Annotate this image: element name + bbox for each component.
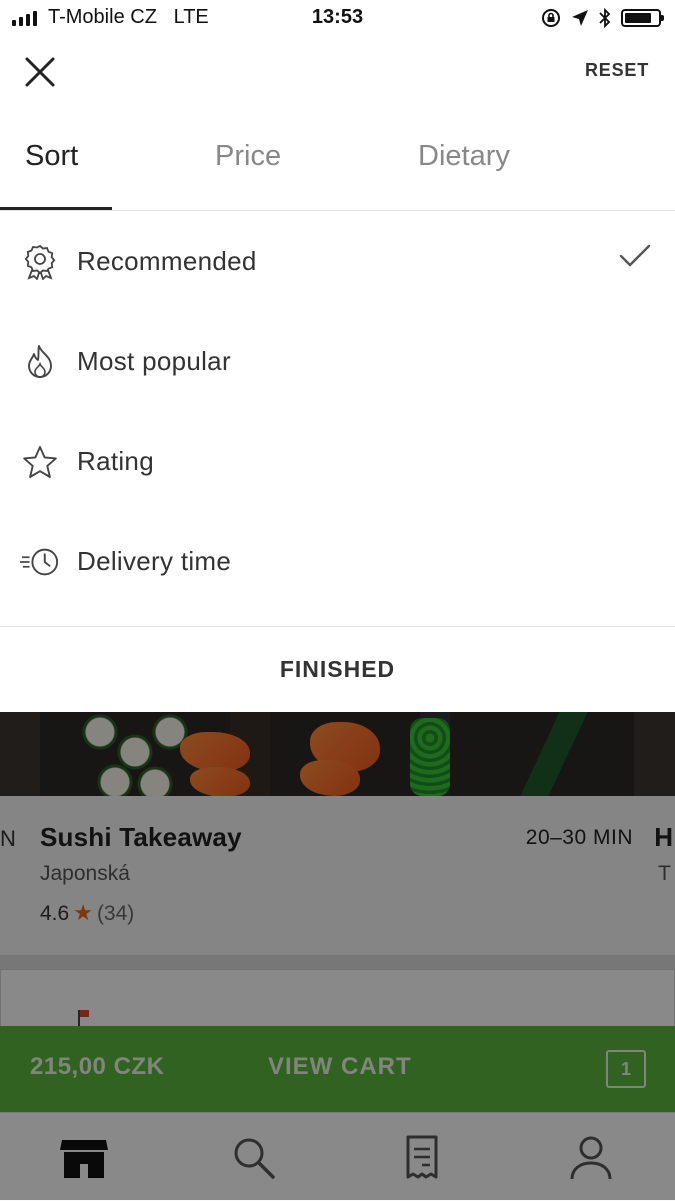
fast-clock-icon — [20, 544, 60, 580]
status-icons — [541, 8, 664, 28]
close-icon — [25, 57, 55, 87]
sort-option-label: Delivery time — [77, 546, 232, 576]
sort-option-most-popular[interactable]: Most popular — [0, 310, 675, 410]
finished-button[interactable]: FINISHED — [0, 627, 675, 712]
sort-option-rating[interactable]: Rating — [0, 410, 675, 510]
reset-button[interactable]: RESET — [585, 60, 649, 81]
status-bar: T-Mobile CZ LTE 13:53 — [0, 0, 675, 38]
star-icon — [20, 444, 60, 480]
checkmark-icon — [619, 244, 651, 273]
award-icon — [20, 244, 60, 280]
tab-sort[interactable]: Sort — [25, 140, 78, 173]
flame-icon — [20, 344, 60, 380]
battery-icon — [621, 9, 664, 27]
location-icon — [572, 10, 588, 26]
sort-option-label: Most popular — [77, 346, 231, 376]
tab-price[interactable]: Price — [215, 140, 281, 173]
bluetooth-icon — [599, 8, 611, 28]
close-button[interactable] — [20, 52, 60, 92]
sort-option-label: Recommended — [77, 246, 257, 276]
tab-dietary[interactable]: Dietary — [418, 140, 510, 173]
filter-tabs: Sort Price Dietary — [0, 120, 675, 211]
sort-option-label: Rating — [77, 446, 154, 476]
sort-option-delivery-time[interactable]: Delivery time — [0, 510, 675, 610]
filter-sheet: T-Mobile CZ LTE 13:53 RESET Sort Price D… — [0, 0, 675, 712]
rotation-lock-icon — [542, 9, 560, 27]
sort-option-recommended[interactable]: Recommended — [0, 210, 675, 310]
